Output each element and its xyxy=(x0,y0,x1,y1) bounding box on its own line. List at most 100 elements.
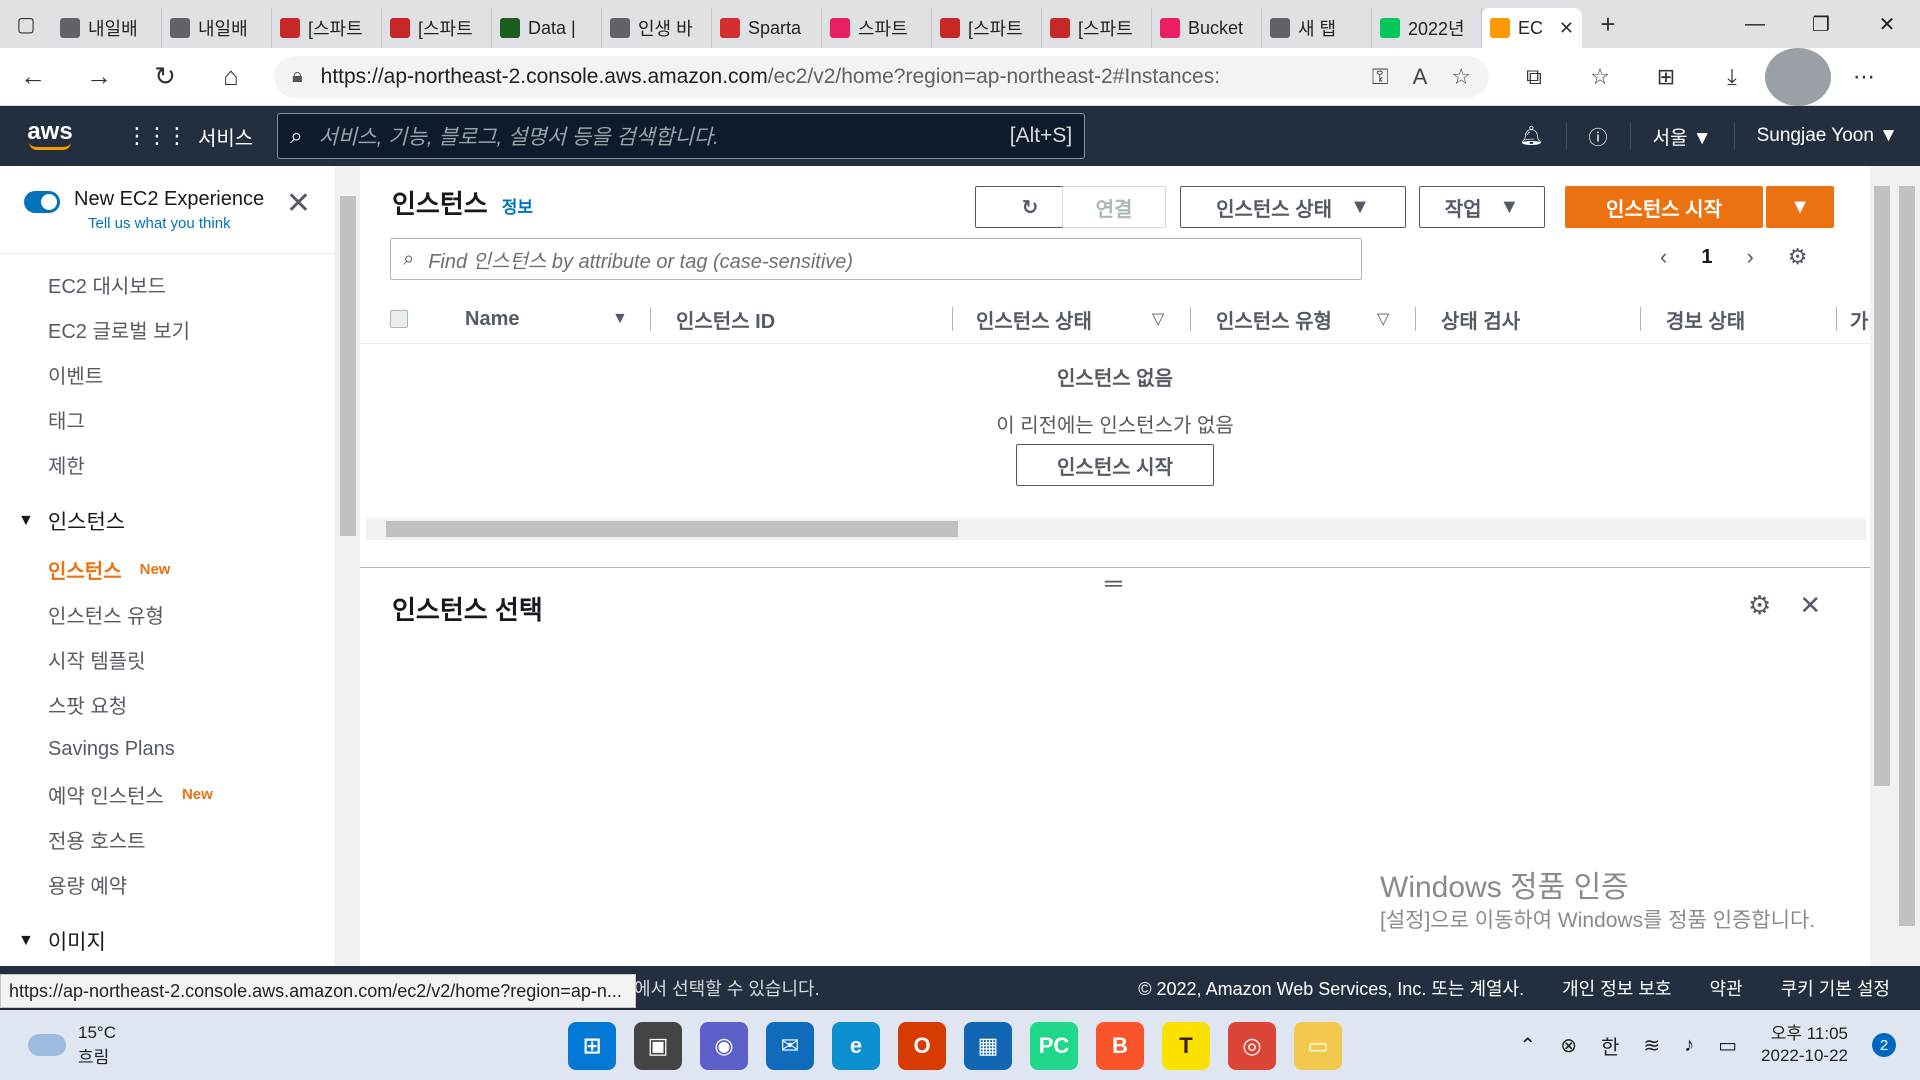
sort-icon[interactable]: ▼ xyxy=(612,294,628,344)
launch-instance-button[interactable]: 인스턴스 시작 xyxy=(1565,186,1763,228)
add-favorite-icon[interactable]: ☆ xyxy=(1451,64,1471,90)
empty-launch-instance-button[interactable]: 인스턴스 시작 xyxy=(1016,444,1214,486)
downloads-icon[interactable]: ⤓ xyxy=(1699,48,1765,106)
sidebar-item[interactable]: 전용 호스트 xyxy=(0,817,335,862)
sidebar-item[interactable]: 태그 xyxy=(0,397,335,442)
column-name[interactable]: Name xyxy=(465,294,519,344)
task-view-icon[interactable]: ▣ xyxy=(634,1022,682,1070)
pycharm-icon[interactable]: PC xyxy=(1030,1022,1078,1070)
window-close-button[interactable]: ✕ xyxy=(1854,0,1920,48)
column-instance-id[interactable]: 인스턴스 ID xyxy=(676,294,775,344)
filter-icon[interactable]: ▽ xyxy=(1152,294,1164,344)
sidebar-item[interactable]: 인스턴스 유형 xyxy=(0,592,335,637)
help-icon[interactable]: ⓘ xyxy=(1565,122,1630,150)
sidebar-item[interactable]: 스팟 요청 xyxy=(0,682,335,727)
browser-tab[interactable]: 내일배 xyxy=(162,8,272,48)
battery-icon[interactable]: ▭ xyxy=(1718,1033,1737,1058)
close-icon[interactable]: ✕ xyxy=(1799,590,1821,621)
column-divider[interactable] xyxy=(1640,307,1641,331)
chevron-up-icon[interactable]: ⌃ xyxy=(1519,1033,1536,1058)
volume-icon[interactable]: ♪ xyxy=(1684,1034,1694,1057)
page-number[interactable]: 1 xyxy=(1701,246,1712,269)
connect-button[interactable]: 연결 xyxy=(1062,186,1166,228)
tab-actions-icon[interactable]: ▢ xyxy=(0,0,52,48)
terms-link[interactable]: 약관 xyxy=(1710,975,1743,1001)
chat-icon[interactable]: ◉ xyxy=(700,1022,748,1070)
main-scrollbar[interactable] xyxy=(1870,166,1894,966)
column-divider[interactable] xyxy=(1190,307,1191,331)
browser-tab[interactable]: 새 탭 xyxy=(1262,8,1372,48)
windows-start-icon[interactable]: ⊞ xyxy=(568,1022,616,1070)
region-selector[interactable]: 서울 ▼ xyxy=(1629,122,1734,150)
sidebar-item[interactable]: 인스턴스 New xyxy=(0,547,335,592)
sidebar-item[interactable]: EC2 대시보드 xyxy=(0,262,335,307)
browser-tab[interactable]: [스파트 xyxy=(932,8,1042,48)
gear-icon[interactable]: ⚙ xyxy=(1788,244,1808,270)
column-instance-type[interactable]: 인스턴스 유형 xyxy=(1216,294,1332,344)
edge-icon[interactable]: e xyxy=(832,1022,880,1070)
table-horizontal-scrollbar[interactable] xyxy=(366,518,1866,540)
maximize-button[interactable]: ❐ xyxy=(1788,0,1854,48)
sidebar-item[interactable]: 제한 xyxy=(0,442,335,487)
home-icon[interactable]: ⌂ xyxy=(198,48,264,106)
wifi-icon[interactable]: ≋ xyxy=(1643,1033,1660,1058)
sidebar-item[interactable]: 시작 템플릿 xyxy=(0,637,335,682)
clock[interactable]: 오후 11:05 2022-10-22 xyxy=(1761,1023,1848,1067)
browser-tab[interactable]: 2022년 xyxy=(1372,8,1482,48)
feedback-link[interactable]: Tell us what you think xyxy=(88,215,264,232)
browser-tab[interactable]: [스파트 xyxy=(382,8,492,48)
column-instance-state[interactable]: 인스턴스 상태 xyxy=(976,294,1092,344)
gear-icon[interactable]: ⚙ xyxy=(1748,590,1771,621)
actions-button[interactable]: 작업 ▼ xyxy=(1419,186,1545,228)
sidebar-item[interactable]: 용량 예약 xyxy=(0,862,335,907)
close-icon[interactable]: ✕ xyxy=(286,186,311,221)
extensions-icon[interactable]: ⧉ xyxy=(1501,48,1567,106)
sidebar-group-instances[interactable]: ▼ 인스턴스 xyxy=(0,495,335,547)
privacy-link[interactable]: 개인 정보 보호 xyxy=(1562,975,1671,1001)
profile-avatar[interactable] xyxy=(1765,47,1831,106)
store-icon[interactable]: ▦ xyxy=(964,1022,1012,1070)
browser-tab[interactable]: [스파트 xyxy=(1042,8,1152,48)
chrome-icon[interactable]: ◎ xyxy=(1228,1022,1276,1070)
read-aloud-icon[interactable]: A xyxy=(1413,64,1428,90)
page-scrollbar[interactable] xyxy=(1894,166,1920,966)
browser-tab[interactable]: Sparta xyxy=(712,8,822,48)
collections-icon[interactable]: ⊞ xyxy=(1633,48,1699,106)
column-divider[interactable] xyxy=(952,307,953,331)
chevron-right-icon[interactable]: › xyxy=(1746,244,1753,270)
chevron-left-icon[interactable]: ‹ xyxy=(1660,244,1667,270)
new-experience-toggle[interactable] xyxy=(24,191,60,213)
file-explorer-icon[interactable]: ▭ xyxy=(1294,1022,1342,1070)
close-icon[interactable]: ✕ xyxy=(1559,18,1574,39)
scroll-thumb[interactable] xyxy=(340,196,356,536)
back-icon[interactable]: ← xyxy=(0,48,66,106)
info-link[interactable]: 정보 xyxy=(502,193,533,218)
browser-tab[interactable]: 내일배 xyxy=(52,8,162,48)
services-menu[interactable]: ⋮⋮⋮ 서비스 xyxy=(100,122,277,151)
tray-app-icon[interactable]: ⊗ xyxy=(1560,1033,1577,1058)
launch-dropdown-button[interactable]: ▼ xyxy=(1766,186,1834,228)
forward-icon[interactable]: → xyxy=(66,48,132,106)
instance-filter-input[interactable]: ⌕ Find 인스턴스 by attribute or tag (case-se… xyxy=(390,238,1362,280)
column-status-check[interactable]: 상태 검사 xyxy=(1441,294,1520,344)
browser-tab[interactable]: 스파트 xyxy=(822,8,932,48)
notifications-bell-icon[interactable]: 🔔︎ xyxy=(1497,122,1565,150)
brave-icon[interactable]: B xyxy=(1096,1022,1144,1070)
sidebar-item[interactable]: Savings Plans xyxy=(0,727,335,772)
sidebar-item[interactable]: 이벤트 xyxy=(0,352,335,397)
sidebar-item[interactable]: 예약 인스턴스 New xyxy=(0,772,335,817)
browser-tab[interactable]: [스파트 xyxy=(272,8,382,48)
reload-icon[interactable]: ↻ xyxy=(132,48,198,106)
office-icon[interactable]: O xyxy=(898,1022,946,1070)
scroll-thumb[interactable] xyxy=(386,521,958,537)
filter-icon[interactable]: ▽ xyxy=(1377,294,1389,344)
column-divider[interactable] xyxy=(650,307,651,331)
cookie-preferences-link[interactable]: 쿠키 기본 설정 xyxy=(1781,975,1890,1001)
scroll-thumb[interactable] xyxy=(1899,186,1915,926)
aws-search-input[interactable]: ⌕ 서비스, 기능, 블로그, 설명서 등을 검색합니다. [Alt+S] xyxy=(277,113,1086,159)
scroll-thumb[interactable] xyxy=(1874,186,1890,786)
browser-tab[interactable]: Data | xyxy=(492,8,602,48)
column-divider[interactable] xyxy=(1415,307,1416,331)
kakaotalk-icon[interactable]: T xyxy=(1162,1022,1210,1070)
favorites-icon[interactable]: ☆ xyxy=(1567,48,1633,106)
